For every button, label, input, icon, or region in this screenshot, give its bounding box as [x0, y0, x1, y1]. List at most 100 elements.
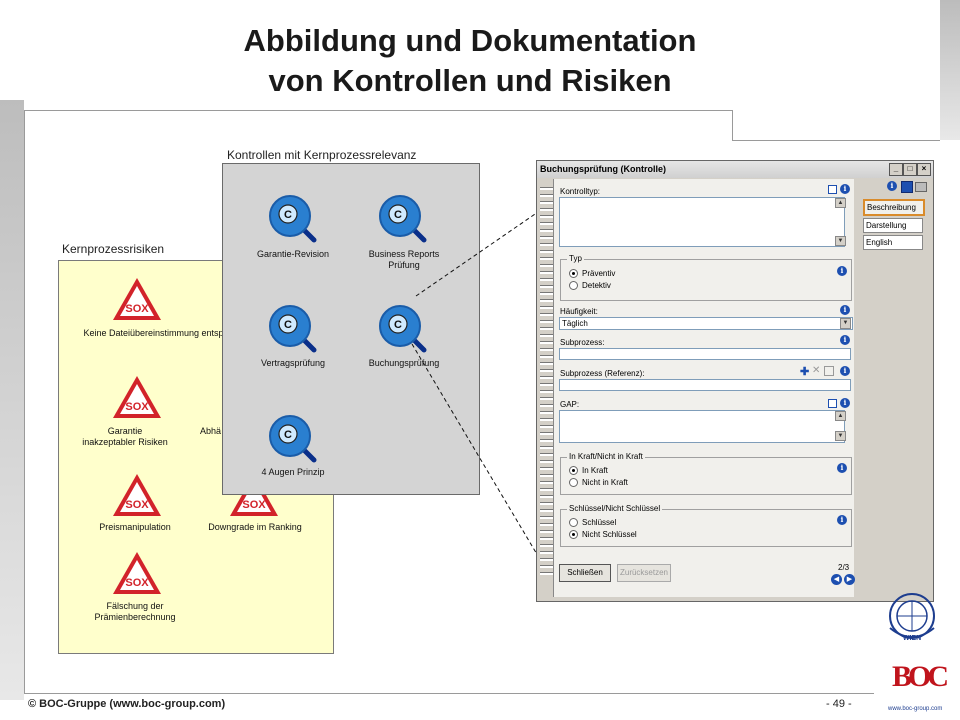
control-magnifier-icon[interactable]: C — [268, 414, 320, 466]
info-icon[interactable]: i — [840, 398, 850, 408]
frame-top-right-line — [732, 140, 940, 141]
info-icon[interactable]: i — [837, 266, 847, 276]
right-gradient-strip — [940, 0, 960, 140]
dialog-titlebar[interactable]: Buchungsprüfung (Kontrolle) _ □ × — [537, 161, 933, 178]
subprozess-input[interactable] — [559, 348, 851, 360]
control-magnifier-icon[interactable]: C — [378, 194, 430, 246]
subprozess-ref-label: Subprozess (Referenz): — [560, 369, 645, 378]
in-kraft-radio[interactable]: In Kraft — [569, 466, 608, 476]
control-letter: C — [284, 429, 292, 441]
control-letter: C — [284, 209, 292, 221]
sox-text: SOX — [125, 303, 149, 315]
tab-beschreibung[interactable]: Beschreibung — [863, 199, 925, 216]
frame-step-line — [732, 110, 733, 141]
sox-warning-icon[interactable]: SOX — [111, 374, 163, 420]
kraft-group-title: In Kraft/Nicht in Kraft — [567, 452, 645, 461]
tab-english[interactable]: English — [863, 235, 923, 250]
control-label: Buchungsprüfung — [368, 358, 440, 368]
control-label: 4 Augen Prinzip — [261, 467, 325, 477]
risk-label: Abhä — [200, 426, 222, 436]
info-icon[interactable]: i — [837, 515, 847, 525]
info-icon[interactable]: i — [840, 305, 850, 315]
sox-warning-icon[interactable]: SOX — [111, 276, 163, 322]
risk-label: Keine Dateiübereinstimmung entspr — [83, 328, 227, 338]
sox-warning-icon[interactable]: SOX — [111, 550, 163, 596]
save-icon[interactable] — [901, 181, 913, 193]
control-magnifier-icon[interactable]: C — [268, 304, 320, 356]
print-icon[interactable] — [915, 182, 927, 192]
info-icon[interactable]: i — [840, 184, 850, 194]
sox-text: SOX — [242, 499, 266, 511]
logo-url: www.boc-group.com — [888, 706, 943, 712]
nicht-schluessel-radio[interactable]: Nicht Schlüssel — [569, 530, 637, 540]
kraft-group: In Kraft/Nicht in Kraft In Kraft Nicht i… — [560, 452, 852, 495]
control-panel — [222, 163, 480, 495]
control-dialog: Buchungsprüfung (Kontrolle) _ □ × Kontro… — [536, 160, 934, 602]
subprozess-ref-input[interactable] — [559, 379, 851, 391]
schluessel-group-title: Schlüssel/Nicht Schlüssel — [567, 504, 663, 513]
schliessen-button[interactable]: Schließen — [559, 564, 611, 582]
notebook-spiral — [540, 183, 553, 575]
risk-panel-label: Kernprozessrisiken — [62, 242, 165, 256]
zuruecksetzen-button[interactable]: Zurücksetzen — [617, 564, 671, 582]
gap-textarea[interactable] — [559, 410, 845, 443]
risk-label: Garantie inakzeptabler Risiken — [82, 426, 168, 447]
haeufigkeit-label: Häufigkeit: — [560, 307, 598, 316]
nicht-in-kraft-radio[interactable]: Nicht in Kraft — [569, 478, 628, 488]
minimize-button[interactable]: _ — [889, 163, 903, 176]
subprozess-label: Subprozess: — [560, 338, 605, 347]
tab-darstellung[interactable]: Darstellung — [863, 218, 923, 233]
info-icon[interactable]: i — [840, 335, 850, 345]
kontrolltyp-checkbox[interactable] — [828, 185, 837, 194]
gap-checkbox[interactable] — [828, 399, 837, 408]
control-label: Garantie-Revision — [256, 249, 330, 259]
emblem-text: WIEN — [903, 635, 921, 642]
control-label: Vertragsprüfung — [260, 358, 326, 368]
goto-icon[interactable] — [824, 366, 834, 376]
typ-group: Typ Präventiv Detektiv i — [560, 254, 852, 301]
info-icon[interactable]: i — [837, 463, 847, 473]
info-icon[interactable]: i — [840, 366, 850, 376]
info-icon[interactable]: i — [887, 181, 897, 191]
scroll-down-button[interactable]: ▼ — [835, 431, 846, 441]
add-icon[interactable]: ✚ — [800, 365, 809, 378]
frame-bottom-line — [24, 693, 874, 694]
page-number: - 49 - — [826, 698, 852, 710]
vienna-emblem-logo: WIEN — [889, 593, 935, 642]
control-letter: C — [394, 209, 402, 221]
scroll-up-button[interactable]: ▲ — [835, 411, 846, 421]
risk-label: Fälschung der Prämienberechnung — [94, 601, 176, 622]
dialog-title: Buchungsprüfung (Kontrolle) — [540, 164, 666, 174]
typ-detektiv-radio[interactable]: Detektiv — [569, 281, 611, 291]
maximize-button[interactable]: □ — [903, 163, 917, 176]
footer-copyright: © BOC-Gruppe (www.boc-group.com) — [28, 698, 226, 710]
schluessel-radio[interactable]: Schlüssel — [569, 518, 616, 528]
page-indicator: 2/3 — [838, 563, 850, 572]
control-magnifier-icon[interactable]: C — [268, 194, 320, 246]
dialog-form-body: Kontrolltyp: i ▲ ▼ Typ Präventiv Detekti… — [553, 179, 855, 597]
control-letter: C — [284, 319, 292, 331]
frame-top-line — [24, 110, 732, 111]
kontrolltyp-textarea[interactable] — [559, 197, 845, 247]
prev-page-button[interactable]: ◀ — [831, 574, 842, 585]
typ-praeventiv-radio[interactable]: Präventiv — [569, 269, 615, 279]
scroll-down-button[interactable]: ▼ — [835, 236, 846, 246]
slide-title-line1: Abbildung und Dokumentation — [243, 23, 697, 58]
close-window-button[interactable]: × — [917, 163, 931, 176]
gap-label: GAP: — [560, 400, 580, 409]
remove-icon[interactable]: ✕ — [812, 365, 820, 376]
control-panel-label: Kontrollen mit Kernprozessrelevanz — [227, 148, 417, 162]
risk-label: Preismanipulation — [99, 522, 171, 532]
next-page-button[interactable]: ▶ — [844, 574, 855, 585]
kontrolltyp-label: Kontrolltyp: — [560, 187, 601, 196]
control-letter: C — [394, 319, 402, 331]
sox-text: SOX — [125, 401, 149, 413]
typ-group-title: Typ — [567, 254, 584, 263]
dropdown-arrow[interactable]: ▼ — [840, 318, 851, 329]
boc-logo: BOC — [892, 660, 949, 693]
schluessel-group: Schlüssel/Nicht Schlüssel Schlüssel Nich… — [560, 504, 852, 547]
sox-warning-icon[interactable]: SOX — [111, 472, 163, 518]
haeufigkeit-select[interactable]: Täglich — [559, 317, 853, 330]
control-magnifier-icon[interactable]: C — [378, 304, 430, 356]
scroll-up-button[interactable]: ▲ — [835, 198, 846, 208]
